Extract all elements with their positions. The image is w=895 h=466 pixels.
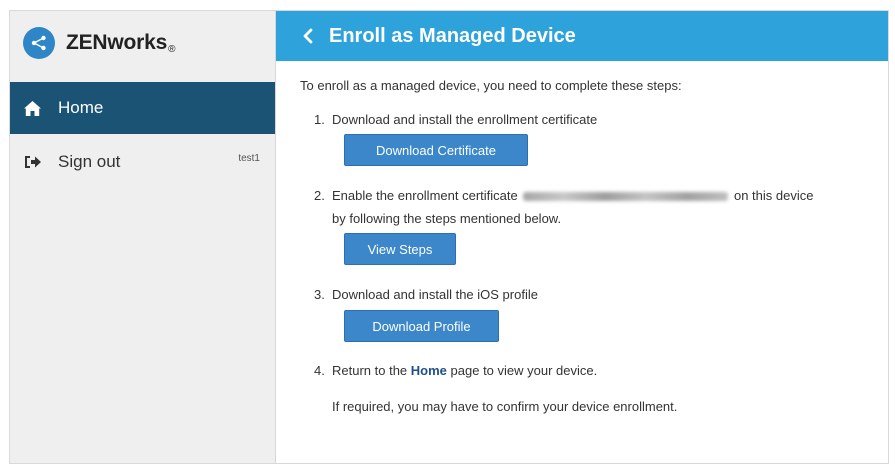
step-text-part: Enable the enrollment certificate xyxy=(332,188,518,203)
step-text: Download and install the iOS profile xyxy=(332,287,538,302)
step-number: 2. xyxy=(314,188,325,203)
view-steps-button[interactable]: View Steps xyxy=(344,233,456,265)
share-icon xyxy=(23,27,55,59)
sidebar: ZENworks® Home Sign out test1 xyxy=(10,11,276,463)
step-text: by following the steps mentioned below. xyxy=(332,211,562,226)
step-text: Download and install the enrollment cert… xyxy=(332,112,598,127)
step-text: Return to the Home page to view your dev… xyxy=(332,363,597,378)
step-text-part: on this device xyxy=(733,188,814,203)
step-text: Enable the enrollment certificate on thi… xyxy=(332,188,813,203)
brand-name-text: ZENworks xyxy=(66,31,168,54)
step-number: 1. xyxy=(314,112,325,127)
trademark-symbol: ® xyxy=(168,44,176,55)
brand-name: ZENworks® xyxy=(66,31,175,55)
sign-out-icon xyxy=(23,152,45,172)
download-certificate-button[interactable]: Download Certificate xyxy=(344,134,528,166)
home-icon xyxy=(23,98,43,118)
redacted-hostname xyxy=(523,192,729,202)
intro-text: To enroll as a managed device, you need … xyxy=(300,78,682,93)
chevron-left-icon[interactable] xyxy=(302,24,320,48)
page-title: Enroll as Managed Device xyxy=(329,24,576,47)
step-text-part: page to view your device. xyxy=(450,363,598,378)
step-number: 3. xyxy=(314,287,325,302)
step-number: 4. xyxy=(314,363,325,378)
note-text: If required, you may have to confirm you… xyxy=(332,399,678,414)
home-link[interactable]: Home xyxy=(411,363,447,378)
sidebar-item-label: Home xyxy=(58,98,104,117)
sidebar-item-home[interactable]: Home xyxy=(10,82,275,134)
page-header: Enroll as Managed Device xyxy=(276,11,888,61)
app-window: ZENworks® Home Sign out test1 Enroll as … xyxy=(9,10,889,464)
download-profile-button[interactable]: Download Profile xyxy=(344,310,499,342)
sidebar-item-sign-out[interactable]: Sign out test1 xyxy=(10,144,275,180)
sidebar-item-label: Sign out xyxy=(58,152,121,171)
brand: ZENworks® xyxy=(10,11,276,79)
username-label: test1 xyxy=(238,153,260,164)
step-text-part: Return to the xyxy=(332,363,408,378)
